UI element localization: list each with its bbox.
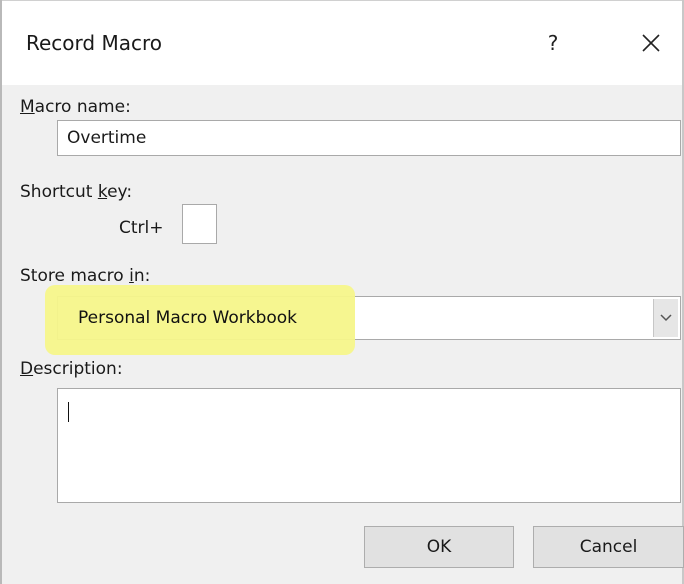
record-macro-dialog: Record Macro ? Macro name: Overtime Shor… bbox=[0, 0, 684, 584]
macro-name-label: Macro name: bbox=[20, 97, 131, 117]
shortcut-key-label: Shortcut key: bbox=[20, 182, 133, 202]
close-icon bbox=[642, 34, 660, 52]
text-caret bbox=[68, 402, 69, 422]
chevron-down-icon bbox=[660, 314, 672, 322]
close-button[interactable] bbox=[628, 23, 674, 63]
cancel-button[interactable]: Cancel bbox=[533, 526, 684, 568]
store-macro-in-label: Store macro in: bbox=[20, 266, 151, 286]
macro-name-input[interactable]: Overtime bbox=[57, 120, 681, 156]
store-macro-in-select[interactable]: Personal Macro Workbook bbox=[45, 285, 681, 355]
dialog-body: Macro name: Overtime Shortcut key: Ctrl+… bbox=[2, 85, 684, 584]
title-bar: Record Macro ? bbox=[2, 1, 682, 85]
description-label: Description: bbox=[20, 359, 123, 379]
macro-name-value: Overtime bbox=[67, 128, 147, 148]
store-macro-in-value: Personal Macro Workbook bbox=[78, 308, 298, 328]
help-button[interactable]: ? bbox=[530, 23, 576, 63]
shortcut-key-input[interactable] bbox=[182, 204, 217, 244]
dialog-title: Record Macro bbox=[26, 31, 162, 55]
ctrl-prefix-label: Ctrl+ bbox=[119, 218, 164, 238]
dropdown-button[interactable] bbox=[653, 299, 678, 337]
ok-button[interactable]: OK bbox=[364, 526, 514, 568]
description-textarea[interactable] bbox=[57, 388, 681, 503]
